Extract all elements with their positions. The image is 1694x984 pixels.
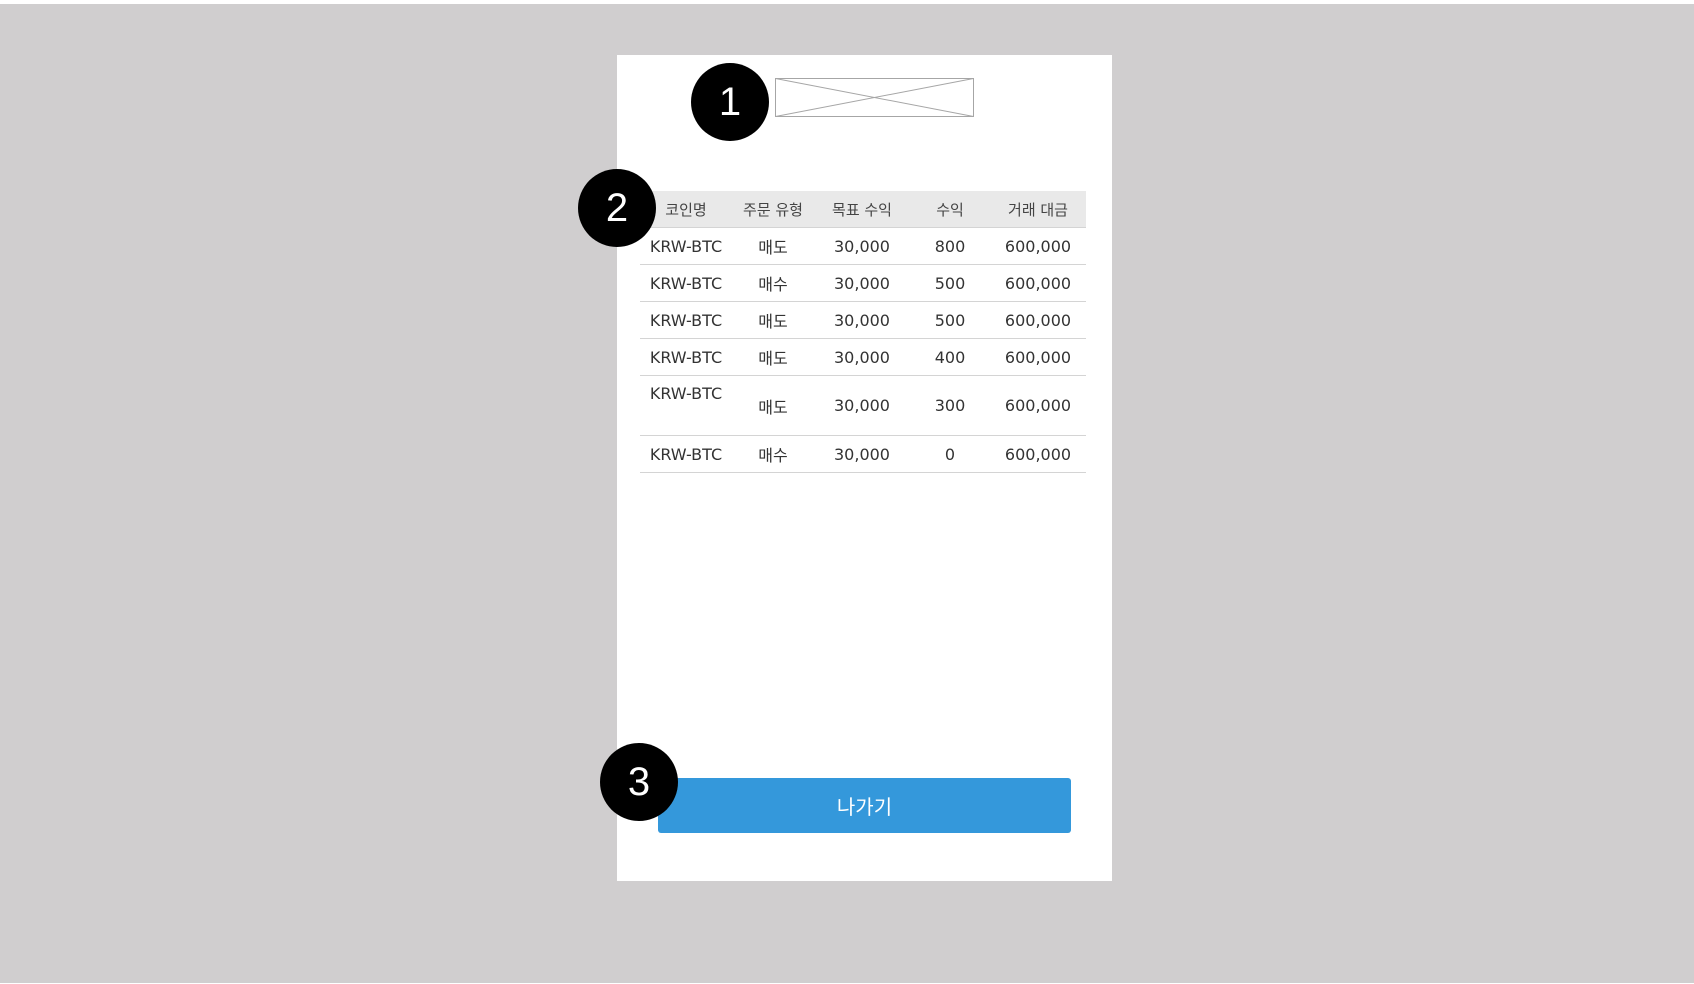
phone-screen: 코인명 주문 유형 목표 수익 수익 거래 대금 KRW-BTC 매도 30,0… xyxy=(617,55,1112,881)
table-cell-target-profit: 30,000 xyxy=(834,444,890,464)
table-row[interactable]: KRW-BTC 매수 30,000 500 600,000 xyxy=(640,265,1086,302)
table-cell-target-profit: 30,000 xyxy=(834,347,890,367)
annotation-marker-3: 3 xyxy=(600,743,678,821)
table-cell-amount: 600,000 xyxy=(1004,310,1072,330)
table-cell-profit: 500 xyxy=(934,273,966,293)
table-cell-amount: 600,000 xyxy=(1004,396,1072,415)
table-cell-target-profit: 30,000 xyxy=(834,310,890,330)
table-cell-order-type: 매도 xyxy=(758,397,788,417)
table-cell-profit: 0 xyxy=(944,444,956,464)
exit-button[interactable]: 나가기 xyxy=(658,778,1071,833)
logo-placeholder-icon xyxy=(775,78,974,117)
table-cell-order-type: 매도 xyxy=(758,349,788,368)
table-cell-order-type: 매수 xyxy=(758,275,788,294)
table-row[interactable]: KRW-BTC 매도 30,000 500 600,000 xyxy=(640,302,1086,339)
column-header[interactable]: 거래 대금 xyxy=(990,199,1086,220)
table-header-row: 코인명 주문 유형 목표 수익 수익 거래 대금 xyxy=(640,191,1086,228)
table-cell-coin: KRW-BTC xyxy=(649,310,723,330)
table-cell-amount: 600,000 xyxy=(1004,444,1072,464)
table-cell-amount: 600,000 xyxy=(1004,236,1072,256)
table-cell-profit: 500 xyxy=(934,310,966,330)
orders-table: 코인명 주문 유형 목표 수익 수익 거래 대금 KRW-BTC 매도 30,0… xyxy=(640,191,1086,473)
column-header[interactable]: 주문 유형 xyxy=(732,199,814,220)
table-cell-profit: 300 xyxy=(934,396,966,415)
table-cell-coin: KRW-BTC xyxy=(649,347,723,367)
annotation-marker-2: 2 xyxy=(578,169,656,247)
table-cell-order-type: 매수 xyxy=(758,446,788,465)
table-cell-profit: 800 xyxy=(934,236,966,256)
table-cell-amount: 600,000 xyxy=(1004,273,1072,293)
table-row[interactable]: KRW-BTC 매도 30,000 800 600,000 xyxy=(640,228,1086,265)
table-row[interactable]: KRW-BTC 매도 30,000 300 600,000 xyxy=(640,376,1086,436)
table-cell-target-profit: 30,000 xyxy=(834,396,890,415)
table-cell-coin: KRW-BTC xyxy=(649,444,723,464)
table-cell-coin: KRW-BTC xyxy=(649,236,723,256)
table-cell-coin: KRW-BTC xyxy=(649,273,723,293)
annotation-marker-1: 1 xyxy=(691,63,769,141)
table-cell-order-type: 매도 xyxy=(758,312,788,331)
table-cell-amount: 600,000 xyxy=(1004,347,1072,367)
table-cell-coin: KRW-BTC xyxy=(649,384,723,403)
table-row[interactable]: KRW-BTC 매도 30,000 400 600,000 xyxy=(640,339,1086,376)
table-row[interactable]: KRW-BTC 매수 30,000 0 600,000 xyxy=(640,436,1086,473)
column-header[interactable]: 목표 수익 xyxy=(814,199,910,220)
table-cell-order-type: 매도 xyxy=(758,238,788,257)
table-cell-target-profit: 30,000 xyxy=(834,273,890,293)
column-header[interactable]: 수익 xyxy=(910,199,990,220)
table-cell-profit: 400 xyxy=(934,347,966,367)
table-cell-target-profit: 30,000 xyxy=(834,236,890,256)
